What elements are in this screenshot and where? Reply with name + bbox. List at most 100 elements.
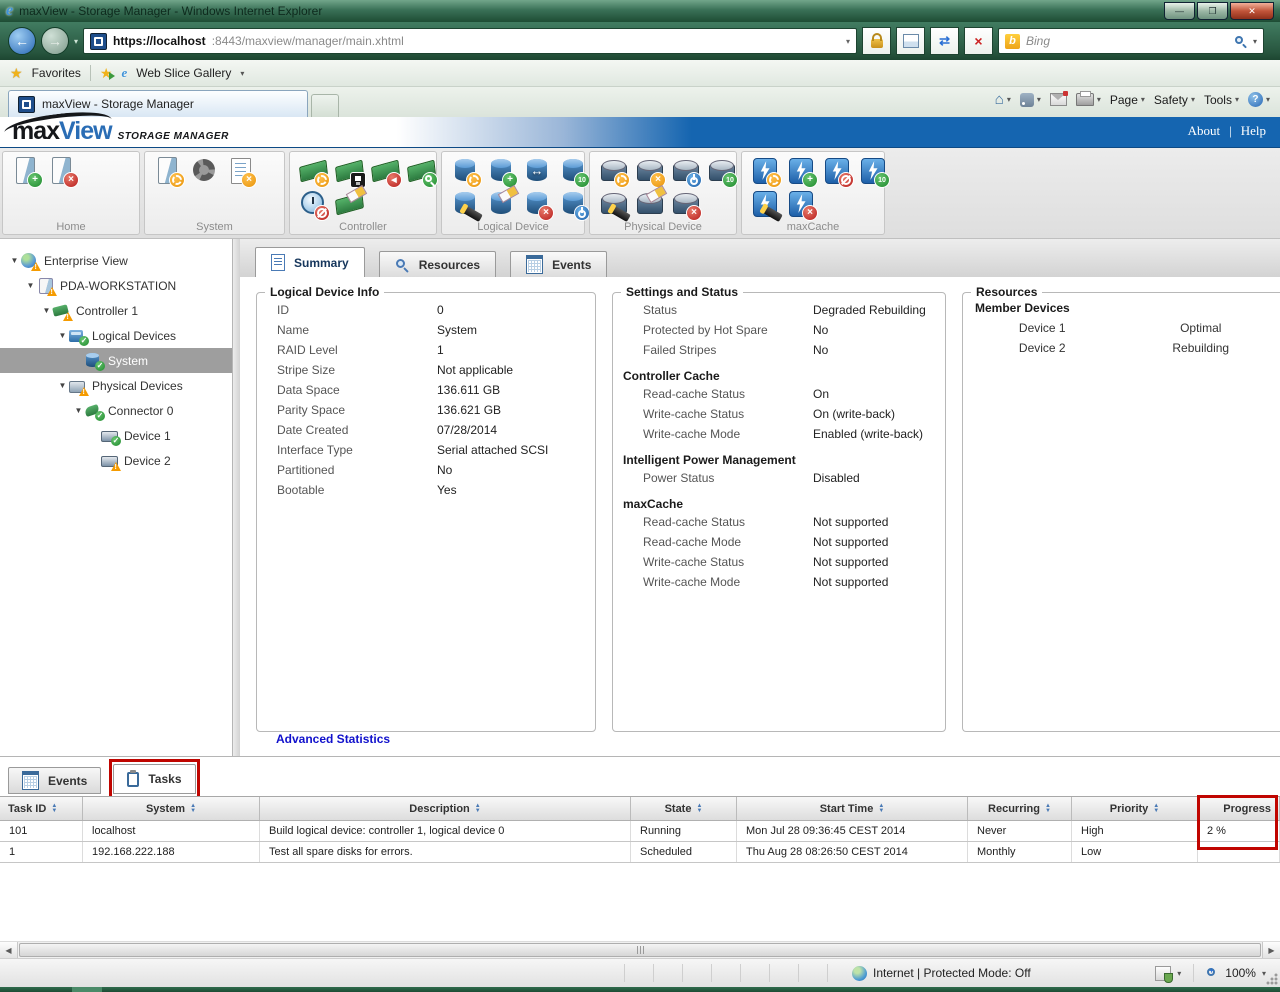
erase-device-icon[interactable] bbox=[634, 188, 664, 219]
favorites-button[interactable]: Favorites bbox=[32, 66, 81, 80]
privacy-dropdown-icon[interactable]: ▾ bbox=[1177, 969, 1181, 978]
expand-arrow-icon[interactable]: ▼ bbox=[72, 406, 85, 415]
add-to-favorites-icon[interactable]: ★ bbox=[100, 65, 113, 82]
tab-summary[interactable]: Summary bbox=[255, 247, 365, 277]
recent-pages-dropdown-icon[interactable]: ▾ bbox=[74, 37, 78, 46]
page-menu[interactable]: Page▾ bbox=[1110, 93, 1145, 107]
expand-arrow-icon[interactable]: ▼ bbox=[40, 306, 53, 315]
scroll-left-arrow[interactable]: ◀ bbox=[0, 942, 18, 958]
expand-arrow-icon[interactable]: ▼ bbox=[56, 331, 69, 340]
tab-tasks[interactable]: Tasks bbox=[113, 764, 195, 794]
sort-arrows-icon[interactable]: ▲▼ bbox=[1153, 804, 1159, 814]
minimize-button[interactable]: — bbox=[1164, 2, 1195, 20]
new-tab-button[interactable] bbox=[311, 94, 339, 117]
tools-menu[interactable]: Tools▾ bbox=[1204, 93, 1239, 107]
tree-item-system[interactable]: ✓System bbox=[0, 348, 232, 373]
web-slice-dropdown-icon[interactable]: ▾ bbox=[240, 69, 244, 78]
search-dropdown-icon[interactable]: ▾ bbox=[1253, 37, 1257, 46]
security-lock-button[interactable] bbox=[862, 27, 891, 55]
tree-item-logical-devices[interactable]: ▼✓Logical Devices bbox=[0, 323, 232, 348]
save-configuration-icon[interactable] bbox=[334, 155, 364, 186]
locate-device-icon[interactable] bbox=[598, 188, 628, 219]
horizontal-scrollbar[interactable]: ◀ ▶ bbox=[0, 941, 1280, 958]
column-header-start-time[interactable]: Start Time▲▼ bbox=[737, 797, 968, 820]
restore-configuration-icon[interactable]: ◀ bbox=[370, 155, 400, 186]
device-settings-icon[interactable] bbox=[598, 155, 628, 186]
create-maxcache-icon[interactable]: + bbox=[786, 155, 816, 186]
close-button[interactable]: ✕ bbox=[1230, 2, 1274, 20]
address-bar-input[interactable]: https://localhost :8443/maxview/manager/… bbox=[83, 28, 857, 54]
help-menu[interactable]: ?▾ bbox=[1248, 92, 1270, 107]
feeds-button[interactable]: ▾ bbox=[1020, 93, 1041, 107]
rescan-controller-icon[interactable] bbox=[406, 155, 436, 186]
maxview-settings-icon[interactable] bbox=[189, 155, 219, 186]
logical-device-raid-icon[interactable]: 10 bbox=[558, 155, 588, 186]
device-raid-icon[interactable]: 10 bbox=[706, 155, 736, 186]
stop-button[interactable]: × bbox=[964, 27, 993, 55]
column-header-system[interactable]: System▲▼ bbox=[83, 797, 260, 820]
archive-logs-icon[interactable]: × bbox=[225, 155, 255, 186]
create-logical-device-icon[interactable]: + bbox=[486, 155, 516, 186]
tab-resources[interactable]: Resources bbox=[379, 251, 496, 277]
tab-events[interactable]: Events bbox=[8, 767, 101, 794]
controller-settings-icon[interactable] bbox=[298, 155, 328, 186]
search-icon[interactable] bbox=[1234, 35, 1247, 48]
column-header-state[interactable]: State▲▼ bbox=[631, 797, 737, 820]
locate-logical-device-icon[interactable] bbox=[450, 188, 480, 219]
browser-tab[interactable]: maxView - Storage Manager bbox=[8, 90, 308, 117]
add-system-icon[interactable]: + bbox=[11, 155, 41, 186]
safety-menu[interactable]: Safety▾ bbox=[1154, 93, 1195, 107]
delete-logical-device-icon[interactable]: × bbox=[522, 188, 552, 219]
locate-maxcache-icon[interactable] bbox=[750, 188, 780, 219]
erase-logical-device-icon[interactable] bbox=[486, 188, 516, 219]
expand-arrow-icon[interactable]: ▼ bbox=[24, 281, 37, 290]
sort-arrows-icon[interactable]: ▲▼ bbox=[51, 804, 57, 814]
tree-item-physical-devices[interactable]: ▼Physical Devices bbox=[0, 373, 232, 398]
tree-item-connector-0[interactable]: ▼✓Connector 0 bbox=[0, 398, 232, 423]
address-dropdown-icon[interactable]: ▾ bbox=[846, 37, 850, 46]
column-header-recurring[interactable]: Recurring▲▼ bbox=[968, 797, 1072, 820]
initialize-device-icon[interactable]: × bbox=[634, 155, 664, 186]
sort-arrows-icon[interactable]: ▲▼ bbox=[878, 804, 884, 814]
home-button[interactable]: ⌂▾ bbox=[995, 92, 1011, 107]
resize-grip[interactable] bbox=[1266, 973, 1278, 985]
compatibility-view-button[interactable] bbox=[896, 27, 925, 55]
disable-alarm-icon[interactable] bbox=[298, 188, 328, 219]
tree-splitter[interactable] bbox=[233, 239, 240, 756]
expand-logical-device-icon[interactable]: ↔ bbox=[522, 155, 552, 186]
tree-item-device-2[interactable]: Device 2 bbox=[0, 448, 232, 473]
help-link[interactable]: Help bbox=[1241, 123, 1266, 139]
tree-item-device-1[interactable]: ✓Device 1 bbox=[0, 423, 232, 448]
delete-system-icon[interactable]: × bbox=[47, 155, 77, 186]
column-header-description[interactable]: Description▲▼ bbox=[260, 797, 631, 820]
device-power-icon[interactable] bbox=[670, 155, 700, 186]
force-logical-device-online-icon[interactable] bbox=[558, 188, 588, 219]
refresh-button[interactable]: ⇄ bbox=[930, 27, 959, 55]
tree-item-pda-workstation[interactable]: ▼PDA-WORKSTATION bbox=[0, 273, 232, 298]
print-button[interactable]: ▾ bbox=[1076, 93, 1101, 106]
table-row[interactable]: 101localhostBuild logical device: contro… bbox=[0, 821, 1280, 842]
delete-maxcache-icon[interactable]: × bbox=[786, 188, 816, 219]
zoom-level[interactable]: 100% bbox=[1225, 966, 1256, 980]
disable-maxcache-icon[interactable] bbox=[822, 155, 852, 186]
sort-arrows-icon[interactable]: ▲▼ bbox=[190, 804, 196, 814]
table-row[interactable]: 1192.168.222.188Test all spare disks for… bbox=[0, 842, 1280, 863]
sort-arrows-icon[interactable]: ▲▼ bbox=[1045, 804, 1051, 814]
web-slice-gallery-button[interactable]: Web Slice Gallery bbox=[136, 66, 231, 80]
column-header-task-id[interactable]: Task ID▲▼ bbox=[0, 797, 83, 820]
logical-device-settings-icon[interactable] bbox=[450, 155, 480, 186]
zoom-icon[interactable] bbox=[1206, 967, 1219, 980]
scroll-right-arrow[interactable]: ▶ bbox=[1262, 942, 1280, 958]
maxcache-settings-icon[interactable] bbox=[750, 155, 780, 186]
tree-item-enterprise-view[interactable]: ▼Enterprise View bbox=[0, 248, 232, 273]
about-link[interactable]: About bbox=[1188, 123, 1221, 139]
sort-arrows-icon[interactable]: ▲▼ bbox=[696, 804, 702, 814]
tab-events[interactable]: Events bbox=[510, 251, 607, 277]
back-button[interactable]: ← bbox=[8, 27, 36, 55]
restore-button[interactable]: ❒ bbox=[1197, 2, 1228, 20]
advanced-statistics-link[interactable]: Advanced Statistics bbox=[276, 732, 390, 746]
system-settings-icon[interactable] bbox=[153, 155, 183, 186]
read-mail-button[interactable] bbox=[1050, 93, 1067, 106]
expand-arrow-icon[interactable]: ▼ bbox=[56, 381, 69, 390]
column-header-priority[interactable]: Priority▲▼ bbox=[1072, 797, 1198, 820]
